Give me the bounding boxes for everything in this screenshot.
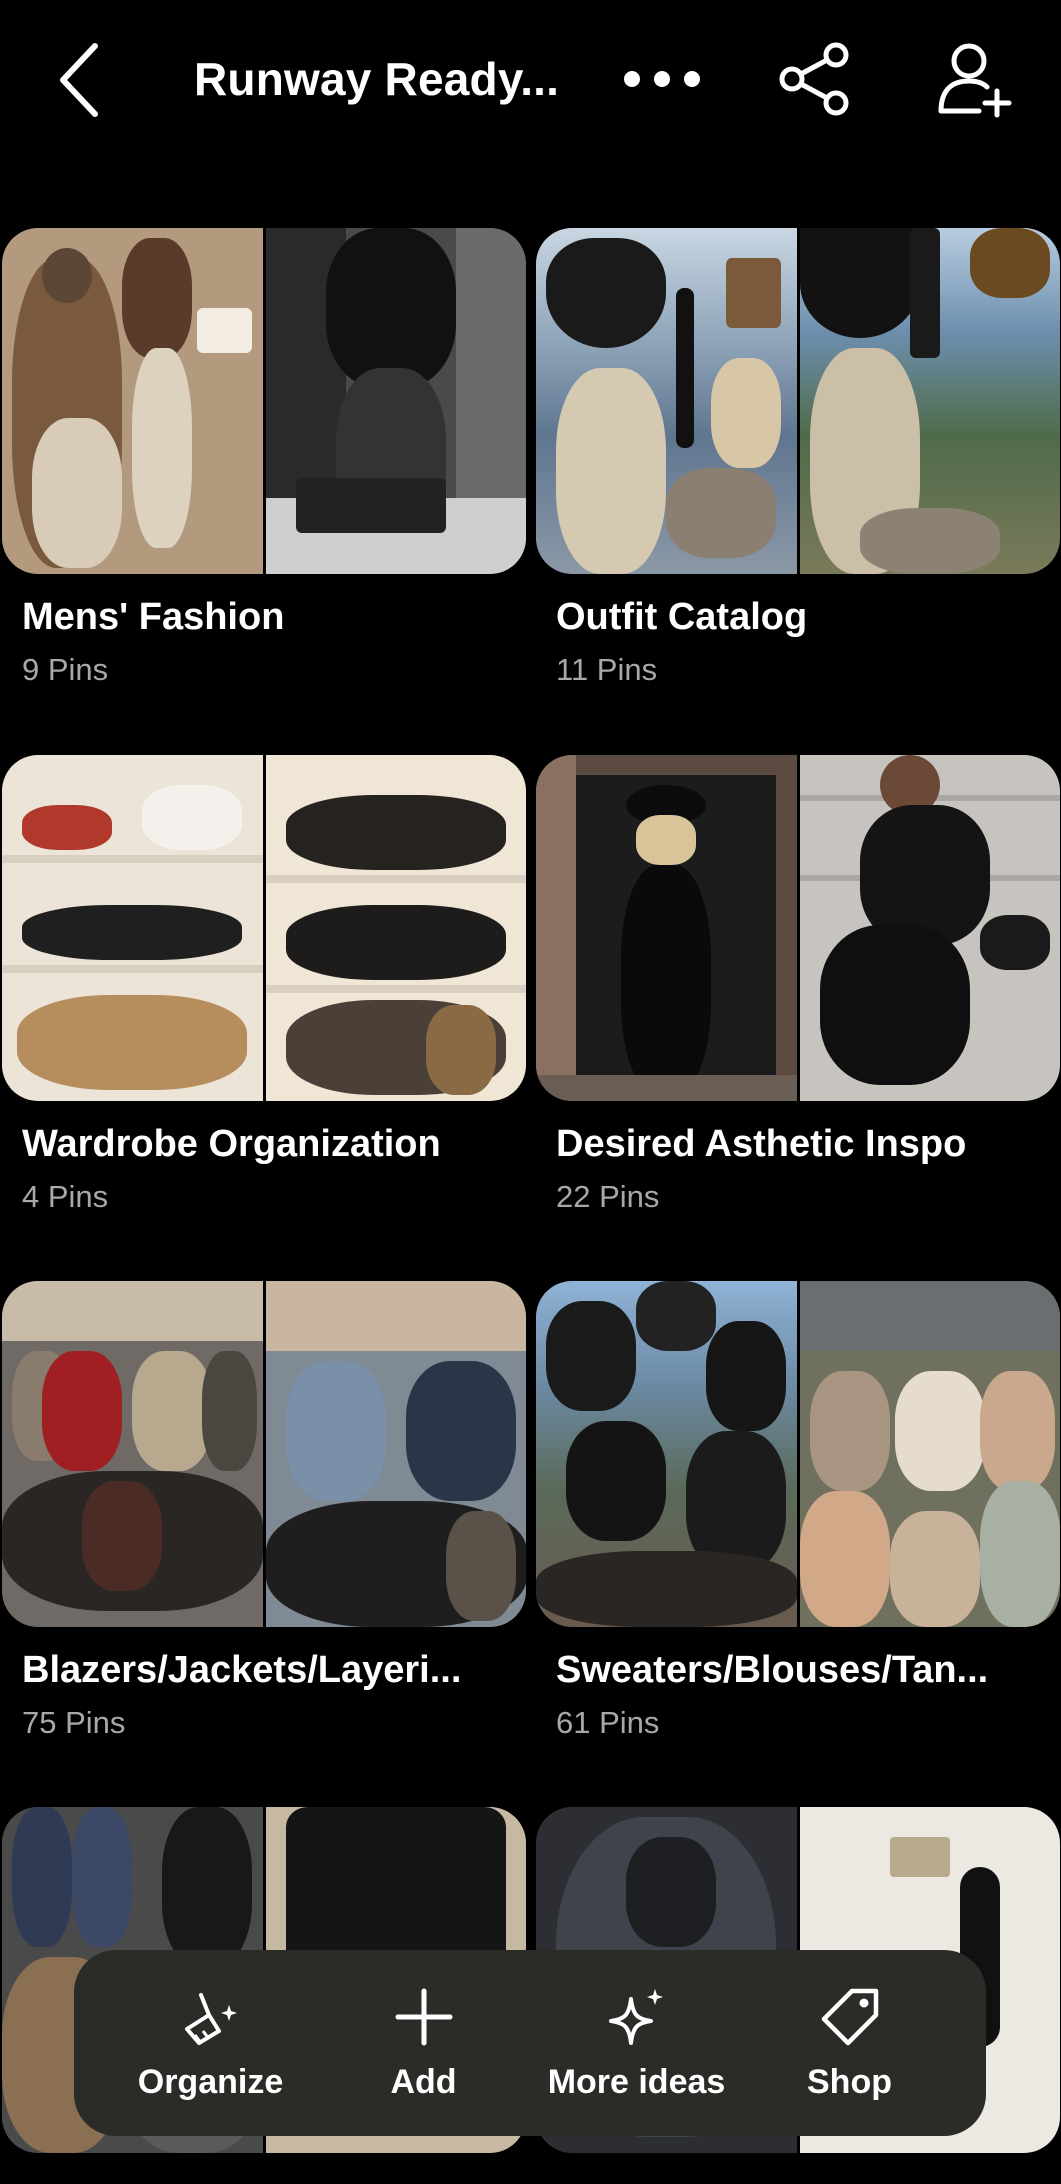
pin-image [265, 1281, 526, 1627]
organize-label: Organize [137, 2062, 284, 2101]
shop-label: Shop [807, 2062, 892, 2101]
pin-image [265, 228, 526, 574]
board-card[interactable]: Sweaters/Blouses/Tan... 61 Pins [536, 1281, 1060, 1740]
board-pin-count: 9 Pins [22, 652, 109, 687]
tag-icon [821, 1988, 878, 2045]
more-ideas-label: More ideas [547, 2062, 726, 2101]
chevron-left-icon [60, 43, 98, 117]
board-cover[interactable] [2, 228, 526, 574]
pin-image [2, 228, 263, 574]
board-cover[interactable] [536, 755, 1060, 1101]
more-options-button[interactable] [612, 42, 712, 116]
pin-image [799, 1281, 1060, 1627]
bottom-toolbar: Organize Add More ideas Shop [74, 1950, 986, 2136]
plus-icon [395, 1988, 452, 2045]
pin-image [536, 1281, 797, 1627]
pin-image [2, 755, 263, 1101]
pin-image [799, 228, 1060, 574]
board-title: Blazers/Jackets/Layeri... [22, 1649, 462, 1691]
pin-image [799, 755, 1060, 1101]
board-title: Sweaters/Blouses/Tan... [556, 1649, 989, 1691]
board-cover[interactable] [536, 1281, 1060, 1627]
board-title: Mens' Fashion [22, 596, 285, 638]
add-label: Add [390, 2062, 457, 2101]
board-title: Wardrobe Organization [22, 1123, 441, 1165]
board-title: Outfit Catalog [556, 596, 808, 638]
sparkle-icon [608, 1988, 663, 2045]
organize-button[interactable]: Organize [111, 1985, 311, 2102]
board-card[interactable]: Desired Asthetic Inspo 22 Pins [536, 755, 1060, 1214]
share-button[interactable] [772, 36, 860, 122]
board-cover[interactable] [536, 228, 1060, 574]
board-pin-count: 61 Pins [556, 1705, 660, 1740]
board-cover[interactable] [2, 1281, 526, 1627]
back-button[interactable] [40, 30, 120, 130]
pin-image [536, 228, 797, 574]
pin-image [265, 755, 526, 1101]
add-button[interactable]: Add [324, 1985, 524, 2102]
board-cover[interactable] [2, 755, 526, 1101]
board-pin-count: 4 Pins [22, 1179, 109, 1214]
page-title: Runway Ready... [194, 53, 560, 105]
add-collaborator-icon [938, 43, 1012, 118]
ellipsis-icon [624, 71, 700, 87]
add-collaborator-button[interactable] [930, 36, 1020, 122]
more-ideas-button[interactable]: More ideas [537, 1985, 737, 2102]
board-title: Desired Asthetic Inspo [556, 1123, 967, 1165]
board-pin-count: 22 Pins [556, 1179, 660, 1214]
pin-image [2, 1281, 263, 1627]
board-card[interactable]: Mens' Fashion 9 Pins [2, 228, 526, 687]
header: Runway Ready... [0, 0, 1061, 160]
board-card[interactable]: Outfit Catalog 11 Pins [536, 228, 1060, 687]
board-card[interactable]: Blazers/Jackets/Layeri... 75 Pins [2, 1281, 526, 1740]
board-pin-count: 11 Pins [556, 652, 658, 687]
board-card[interactable]: Wardrobe Organization 4 Pins [2, 755, 526, 1214]
pin-image [536, 755, 797, 1101]
share-icon [779, 42, 849, 116]
shop-button[interactable]: Shop [750, 1985, 950, 2102]
board-section-page: Runway Ready... Mens' Fashion 9 Pins Out… [0, 0, 1061, 2184]
broom-sparkle-icon [184, 1992, 237, 2045]
board-pin-count: 75 Pins [22, 1705, 126, 1740]
